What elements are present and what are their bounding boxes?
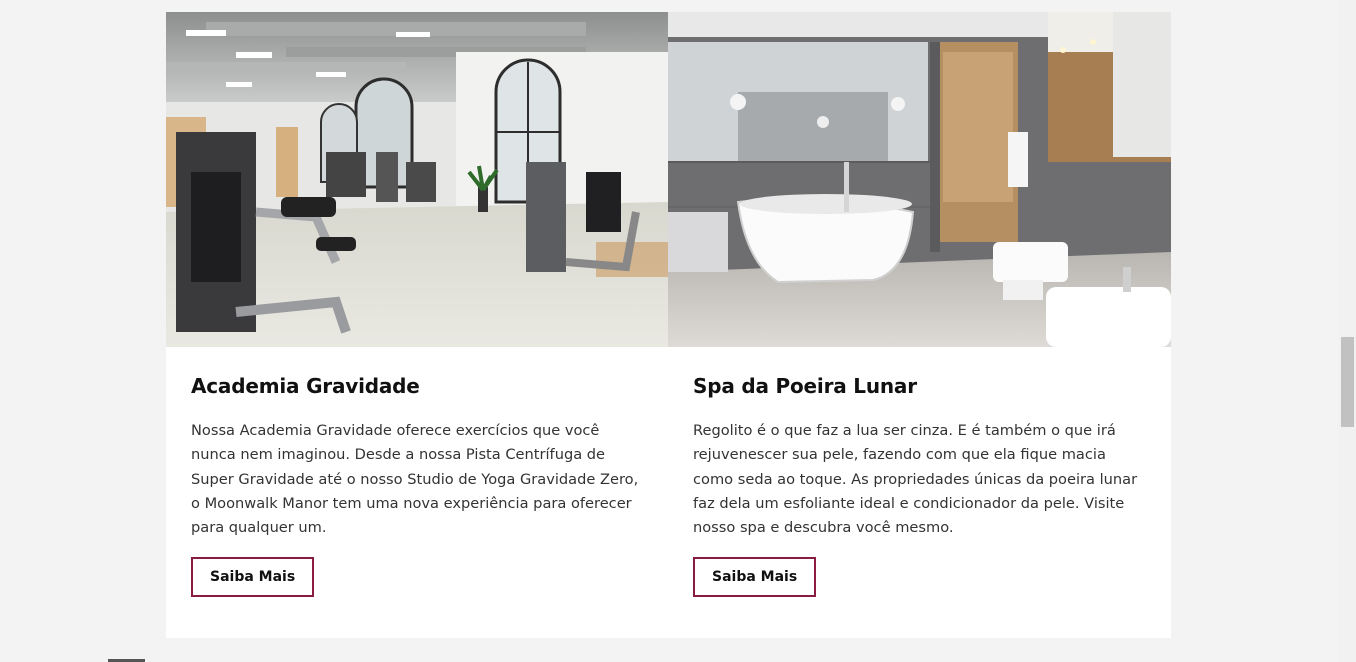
saiba-mais-button[interactable]: Saiba Mais <box>191 557 315 598</box>
card-description: Regolito é o que faz a lua ser cinza. E … <box>693 422 1138 537</box>
card-title: Academia Gravidade <box>191 374 420 398</box>
amenities-cards: Academia Gravidade Nossa Academia Gravid… <box>166 12 1171 638</box>
card-academia: Academia Gravidade Nossa Academia Gravid… <box>166 12 668 638</box>
spa-photo <box>668 12 1171 347</box>
page: Academia Gravidade Nossa Academia Gravid… <box>0 0 1356 662</box>
scrollbar-thumb[interactable] <box>1341 337 1354 427</box>
card-description: Nossa Academia Gravidade oferece exercíc… <box>191 422 639 537</box>
card-title: Spa da Poeira Lunar <box>693 374 917 398</box>
gym-photo <box>166 12 668 347</box>
card-spa: Spa da Poeira Lunar Regolito é o que faz… <box>668 12 1171 638</box>
page-scrollbar[interactable] <box>1339 0 1356 662</box>
saiba-mais-button[interactable]: Saiba Mais <box>693 557 817 598</box>
